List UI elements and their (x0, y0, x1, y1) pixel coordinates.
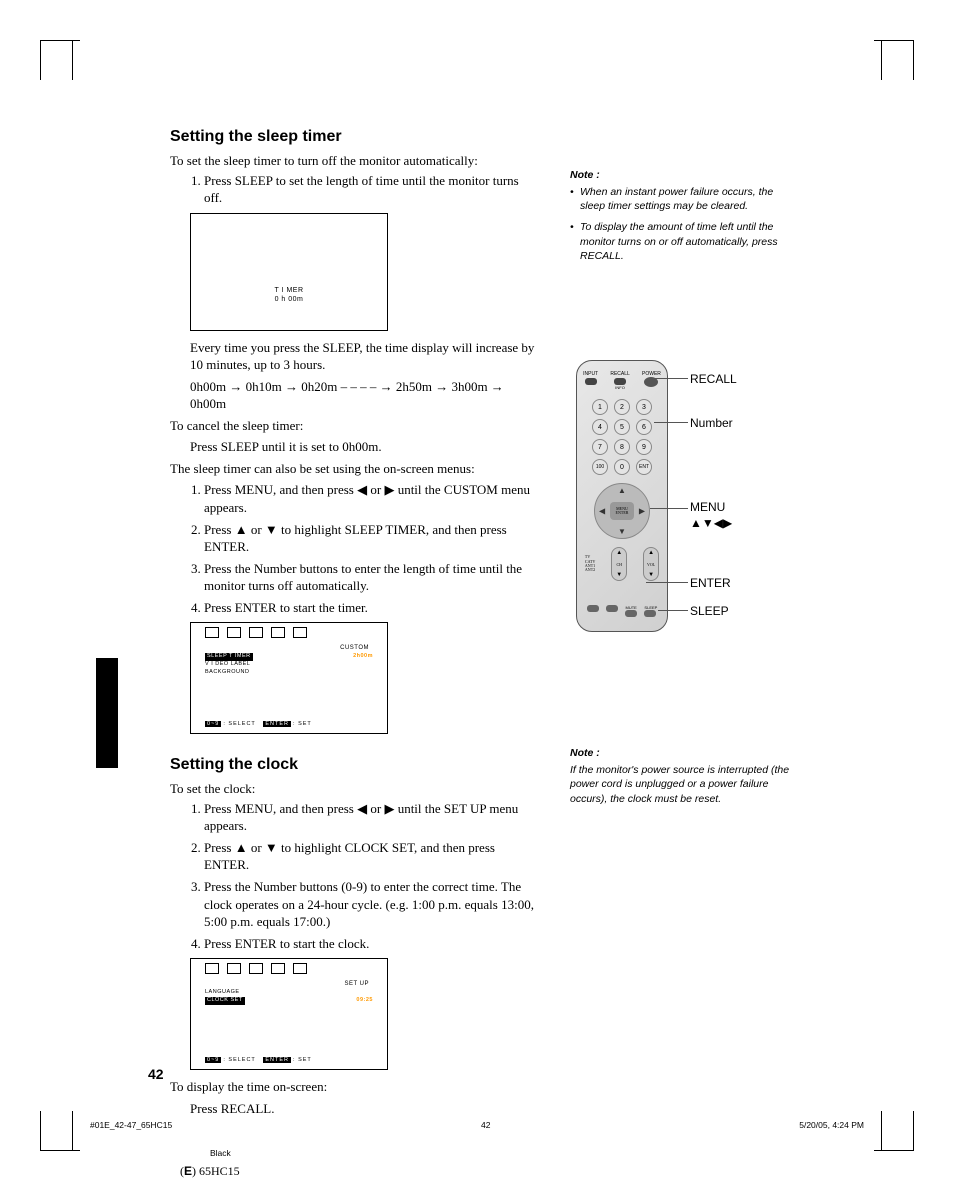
note-1-heading: Note : (570, 168, 795, 183)
osd-row-sleep: SLEEP T IMER (205, 653, 253, 661)
footer-model: (E) 65HC15 (180, 1164, 240, 1179)
side-tab-bg (96, 658, 118, 768)
menu-step-1: Press MENU, and then press ◀ or ▶ until … (204, 481, 540, 516)
clock-step-2: Press ▲ or ▼ to highlight CLOCK SET, and… (204, 839, 540, 874)
footer-trim: #01E_42-47_65HC15 42 5/20/05, 4:24 PM (90, 1120, 864, 1130)
page-number: 42 (148, 1066, 164, 1082)
remote-illustration: INPUT RECALLINFO POWER 123 456 789 1000E… (576, 360, 668, 632)
clock-step-3: Press the Number buttons (0-9) to enter … (204, 878, 540, 931)
step-1: Press SLEEP to set the length of time un… (204, 172, 540, 207)
also-text: The sleep timer can also be set using th… (170, 460, 540, 478)
note-1: Note : When an instant power failure occ… (570, 168, 795, 270)
side-tab: Operating your Monitor (108, 542, 137, 662)
osd-timer-box: T I MER 0 h 00m (190, 213, 388, 331)
clock-step-4: Press ENTER to start the clock. (204, 935, 540, 953)
note-2-text: If the monitor's power source is interru… (570, 763, 795, 807)
note-2-heading: Note : (570, 746, 795, 761)
osd-row-clock: CLOCK SET (205, 997, 245, 1005)
menu-step-2: Press ▲ or ▼ to highlight SLEEP TIMER, a… (204, 521, 540, 556)
remote-label-arrows: ▲▼◀▶ (690, 516, 732, 530)
osd-timer-value: 0 h 00m (191, 295, 387, 304)
footer-file: #01E_42-47_65HC15 (90, 1120, 172, 1130)
menu-step-4: Press ENTER to start the timer. (204, 599, 540, 617)
time-sequence: 0h00m → 0h10m → 0h20m – – – – → 2h50m → … (190, 378, 540, 413)
remote-label-menu: MENU (690, 500, 725, 514)
remote-label-sleep: SLEEP (690, 604, 729, 618)
remote-label-enter: ENTER (690, 576, 731, 590)
clock-step-1: Press MENU, and then press ◀ or ▶ until … (204, 800, 540, 835)
display-time-text: Press RECALL. (190, 1100, 540, 1118)
after-1a: Every time you press the SLEEP, the time… (190, 339, 540, 374)
osd-row-video: V I DEO LABEL (205, 661, 250, 669)
remote-label-number: Number (690, 416, 733, 430)
dpad-icon: ▲▼◀▶ MENUENTER (594, 483, 650, 539)
osd-row-language: LANGUAGE (205, 989, 240, 997)
cancel-heading: To cancel the sleep timer: (170, 417, 540, 435)
footer-page: 42 (481, 1120, 490, 1130)
heading-sleep-timer: Setting the sleep timer (170, 128, 540, 146)
osd-custom-title: CUSTOM (340, 645, 369, 651)
note-1a: When an instant power failure occurs, th… (570, 185, 795, 214)
cancel-text: Press SLEEP until it is set to 0h00m. (190, 438, 540, 456)
osd-custom-box: CUSTOM SLEEP T IMER 2h00m V I DEO LABEL B… (190, 622, 388, 734)
display-time-heading: To display the time on-screen: (170, 1078, 540, 1096)
heading-clock: Setting the clock (170, 756, 540, 774)
menu-step-3: Press the Number buttons to enter the le… (204, 560, 540, 595)
intro-1: To set the sleep timer to turn off the m… (170, 152, 540, 170)
remote-label-recall: RECALL (690, 372, 737, 386)
intro-2: To set the clock: (170, 780, 540, 798)
footer-date: 5/20/05, 4:24 PM (799, 1120, 864, 1130)
osd-row-clock-val: 09:25 (356, 997, 373, 1005)
osd-row-bg: BACKGROUND (205, 669, 249, 677)
note-2: Note : If the monitor's power source is … (570, 746, 795, 807)
osd-row-sleep-val: 2h00m (353, 653, 373, 661)
osd-timer-label: T I MER (191, 286, 387, 295)
note-1b: To display the amount of time left until… (570, 220, 795, 264)
osd-setup-title: SET UP (344, 981, 369, 987)
footer-black: Black (210, 1148, 231, 1158)
osd-setup-box: SET UP LANGUAGE CLOCK SET09:25 0~9: SELE… (190, 958, 388, 1070)
